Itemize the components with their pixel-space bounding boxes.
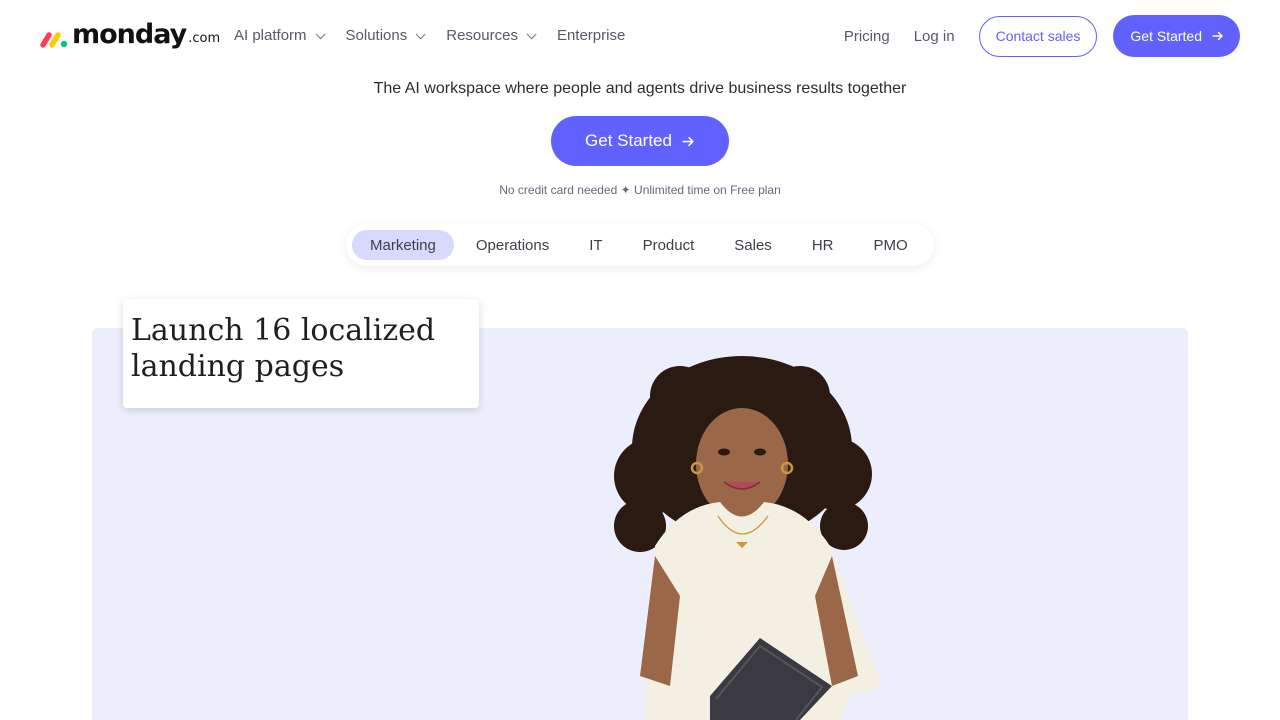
tab-marketing[interactable]: Marketing	[352, 230, 454, 260]
person-photo	[614, 356, 882, 720]
tab-hr[interactable]: HR	[794, 230, 852, 260]
task-card: Launch 16 localized landing pages	[123, 299, 479, 408]
arrow-right-icon	[682, 136, 694, 146]
nav-enterprise-label: Enterprise	[556, 27, 626, 44]
nav-resources[interactable]: Resources	[446, 25, 537, 47]
hero-note: No credit card needed ✦ Unlimited time o…	[499, 183, 781, 197]
site-header: monday .com AI platform Solutions Resour…	[0, 0, 1280, 72]
nav-enterprise[interactable]: Enterprise	[557, 25, 625, 47]
pricing-link[interactable]: Pricing	[844, 28, 890, 45]
hero-get-started-label: Get Started	[585, 131, 672, 150]
monday-logo-icon	[40, 32, 68, 48]
department-tabs: Marketing Operations IT Product Sales HR…	[346, 224, 934, 266]
contact-sales-label: Contact sales	[995, 28, 1081, 44]
hero-get-started-button[interactable]: Get Started	[551, 116, 729, 166]
chevron-down-icon	[315, 28, 326, 39]
chevron-down-icon	[526, 28, 537, 39]
nav-solutions[interactable]: Solutions	[345, 25, 426, 47]
contact-sales-button[interactable]: Contact sales	[978, 15, 1098, 57]
tab-it[interactable]: IT	[571, 230, 620, 260]
tab-operations[interactable]: Operations	[458, 230, 567, 260]
tab-pmo[interactable]: PMO	[855, 230, 925, 260]
nav-ai-platform-label: AI platform	[234, 27, 307, 44]
nav-resources-label: Resources	[446, 27, 518, 44]
header-get-started-button[interactable]: Get Started	[1113, 15, 1240, 57]
monday-logo[interactable]: monday .com	[40, 20, 220, 50]
logo-wordmark: monday	[72, 19, 187, 50]
tab-product[interactable]: Product	[625, 230, 713, 260]
nav-solutions-label: Solutions	[345, 27, 408, 44]
task-card-title: Launch 16 localized landing pages	[131, 313, 436, 384]
chevron-down-icon	[415, 28, 426, 39]
logo-suffix: .com	[188, 31, 221, 46]
nav-ai-platform[interactable]: AI platform	[234, 25, 326, 47]
tab-sales[interactable]: Sales	[716, 230, 790, 260]
login-link[interactable]: Log in	[914, 28, 955, 45]
header-get-started-label: Get Started	[1130, 28, 1202, 44]
main-nav: AI platform Solutions Resources Enterpri…	[234, 25, 649, 47]
arrow-right-icon	[1212, 31, 1223, 41]
hero-tagline: The AI workspace where people and agents…	[373, 80, 907, 97]
header-actions: Pricing Log in Contact sales Get Started	[844, 15, 1240, 57]
